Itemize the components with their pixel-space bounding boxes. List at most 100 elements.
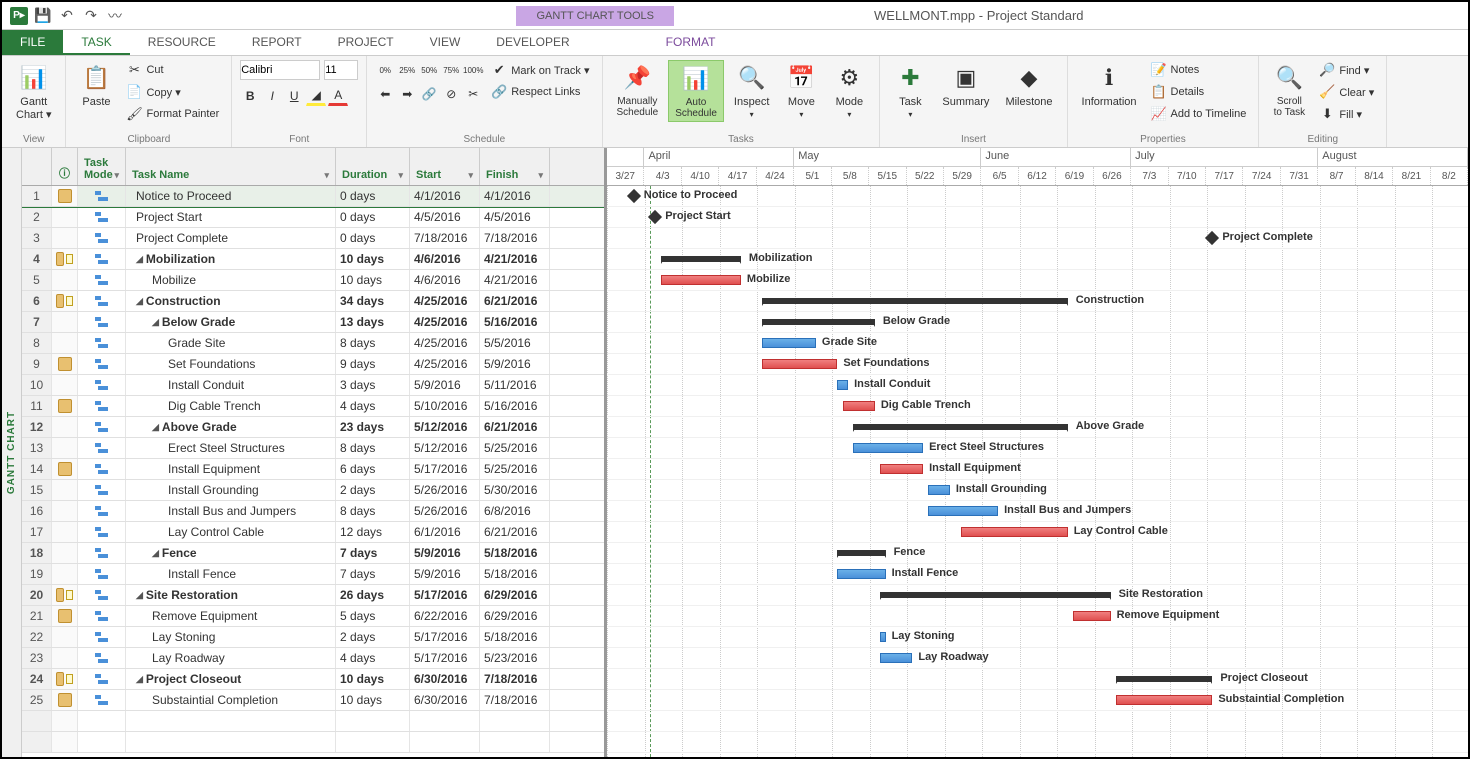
table-row[interactable]: 1Notice to Proceed0 days4/1/20164/1/2016 xyxy=(22,186,604,207)
gantt-task-bar[interactable] xyxy=(880,653,912,663)
inspect-button[interactable]: 🔍Inspect▾ xyxy=(728,60,775,121)
gantt-milestone[interactable] xyxy=(1205,231,1219,245)
copy-button[interactable]: 📄Copy ▾ xyxy=(122,82,223,102)
col-task-mode[interactable]: Task Mode▾ xyxy=(78,148,126,185)
table-row[interactable]: 11Dig Cable Trench4 days5/10/20165/16/20… xyxy=(22,396,604,417)
auto-schedule-button[interactable]: 📊Auto Schedule xyxy=(668,60,724,122)
table-row[interactable]: 8Grade Site8 days4/25/20165/5/2016 xyxy=(22,333,604,354)
gantt-task-bar[interactable] xyxy=(762,359,837,369)
table-row[interactable]: 22Lay Stoning2 days5/17/20165/18/2016 xyxy=(22,627,604,648)
gantt-summary-bar[interactable] xyxy=(853,424,1067,430)
table-row[interactable]: 18◢Fence7 days5/9/20165/18/2016 xyxy=(22,543,604,564)
milestone-button[interactable]: ◆Milestone xyxy=(999,60,1058,110)
details-button[interactable]: 📋Details xyxy=(1147,82,1251,102)
gantt-milestone[interactable] xyxy=(648,210,662,224)
col-finish[interactable]: Finish▾ xyxy=(480,148,550,185)
tab-task[interactable]: TASK xyxy=(63,30,129,55)
table-row[interactable]: 10Install Conduit3 days5/9/20165/11/2016 xyxy=(22,375,604,396)
table-row[interactable]: 16Install Bus and Jumpers8 days5/26/2016… xyxy=(22,501,604,522)
move-button[interactable]: 📅Move▾ xyxy=(779,60,823,121)
font-size-select[interactable] xyxy=(324,60,358,80)
col-task-name[interactable]: Task Name▾ xyxy=(126,148,336,185)
table-row[interactable]: 7◢Below Grade13 days4/25/20165/16/2016 xyxy=(22,312,604,333)
gantt-summary-bar[interactable] xyxy=(762,298,1067,304)
summary-button[interactable]: ▣Summary xyxy=(936,60,995,110)
fill-button[interactable]: ⬇Fill ▾ xyxy=(1315,104,1378,124)
gantt-task-bar[interactable] xyxy=(837,380,848,390)
tab-format[interactable]: FORMAT xyxy=(648,30,734,55)
gantt-task-bar[interactable] xyxy=(762,338,816,348)
indent-button[interactable]: ➡ xyxy=(397,84,417,104)
font-color-button[interactable]: A xyxy=(328,86,348,106)
underline-button[interactable]: U xyxy=(284,86,304,106)
table-row[interactable]: 4◢Mobilization10 days4/6/20164/21/2016 xyxy=(22,249,604,270)
table-row[interactable]: 23Lay Roadway4 days5/17/20165/23/2016 xyxy=(22,648,604,669)
col-start[interactable]: Start▾ xyxy=(410,148,480,185)
pct75-button[interactable]: 75% xyxy=(441,60,461,80)
tab-project[interactable]: PROJECT xyxy=(320,30,412,55)
respect-links-button[interactable]: 🔗Respect Links xyxy=(487,82,593,102)
gantt-task-bar[interactable] xyxy=(1073,611,1111,621)
save-icon[interactable]: 💾 xyxy=(34,7,52,25)
table-row[interactable]: 9Set Foundations9 days4/25/20165/9/2016 xyxy=(22,354,604,375)
add-timeline-button[interactable]: 📈Add to Timeline xyxy=(1147,104,1251,124)
notes-button[interactable]: 📝Notes xyxy=(1147,60,1251,80)
table-row[interactable]: 17Lay Control Cable12 days6/1/20166/21/2… xyxy=(22,522,604,543)
table-row[interactable]: 12◢Above Grade23 days5/12/20166/21/2016 xyxy=(22,417,604,438)
tab-file[interactable]: FILE xyxy=(2,30,63,55)
table-row[interactable]: 13Erect Steel Structures8 days5/12/20165… xyxy=(22,438,604,459)
bold-button[interactable]: B xyxy=(240,86,260,106)
tab-developer[interactable]: DEVELOPER xyxy=(478,30,587,55)
table-row[interactable]: 5Mobilize10 days4/6/20164/21/2016 xyxy=(22,270,604,291)
gantt-task-bar[interactable] xyxy=(853,443,923,453)
table-row[interactable]: 6◢Construction34 days4/25/20166/21/2016 xyxy=(22,291,604,312)
gantt-task-bar[interactable] xyxy=(661,275,741,285)
pct25-button[interactable]: 25% xyxy=(397,60,417,80)
redo-icon[interactable]: ↷ xyxy=(82,7,100,25)
gantt-summary-bar[interactable] xyxy=(880,592,1110,598)
undo-icon[interactable]: ↶ xyxy=(58,7,76,25)
table-row[interactable]: 3Project Complete0 days7/18/20167/18/201… xyxy=(22,228,604,249)
table-row[interactable]: 14Install Equipment6 days5/17/20165/25/2… xyxy=(22,459,604,480)
fill-color-button[interactable]: ◢ xyxy=(306,86,326,106)
mode-button[interactable]: ⚙Mode▾ xyxy=(827,60,871,121)
find-button[interactable]: 🔎Find ▾ xyxy=(1315,60,1378,80)
gantt-task-bar[interactable] xyxy=(961,527,1068,537)
task-button[interactable]: ✚Task▾ xyxy=(888,60,932,121)
table-row[interactable]: 21Remove Equipment5 days6/22/20166/29/20… xyxy=(22,606,604,627)
table-body[interactable]: 1Notice to Proceed0 days4/1/20164/1/2016… xyxy=(22,186,604,757)
pct100-button[interactable]: 100% xyxy=(463,60,483,80)
manually-schedule-button[interactable]: 📌Manually Schedule xyxy=(611,60,665,120)
gantt-task-bar[interactable] xyxy=(837,569,885,579)
italic-button[interactable]: I xyxy=(262,86,282,106)
col-duration[interactable]: Duration▾ xyxy=(336,148,410,185)
tab-view[interactable]: VIEW xyxy=(412,30,479,55)
gantt-body[interactable]: Notice to ProceedProject StartProject Co… xyxy=(607,186,1468,757)
table-row[interactable]: 2Project Start0 days4/5/20164/5/2016 xyxy=(22,207,604,228)
app-icon[interactable]: P▸ xyxy=(10,7,28,25)
gantt-task-bar[interactable] xyxy=(928,485,949,495)
gantt-summary-bar[interactable] xyxy=(661,256,741,262)
paste-button[interactable]: 📋 Paste xyxy=(74,60,118,110)
outdent-button[interactable]: ⬅ xyxy=(375,84,395,104)
gantt-task-bar[interactable] xyxy=(1116,695,1212,705)
table-row[interactable]: 15Install Grounding2 days5/26/20165/30/2… xyxy=(22,480,604,501)
link-button[interactable]: 🔗 xyxy=(419,84,439,104)
tab-resource[interactable]: RESOURCE xyxy=(130,30,234,55)
col-id[interactable] xyxy=(22,148,52,185)
table-row[interactable]: 24◢Project Closeout10 days6/30/20167/18/… xyxy=(22,669,604,690)
gantt-summary-bar[interactable] xyxy=(1116,676,1212,682)
format-painter-button[interactable]: 🖌Format Painter xyxy=(122,104,223,124)
unlink-button[interactable]: ⊘ xyxy=(441,84,461,104)
scroll-to-task-button[interactable]: 🔍Scroll to Task xyxy=(1267,60,1311,120)
font-name-select[interactable] xyxy=(240,60,320,80)
gantt-task-bar[interactable] xyxy=(880,632,885,642)
gantt-summary-bar[interactable] xyxy=(762,319,875,325)
gantt-summary-bar[interactable] xyxy=(837,550,885,556)
gantt-task-bar[interactable] xyxy=(928,506,998,516)
table-row[interactable]: 20◢Site Restoration26 days5/17/20166/29/… xyxy=(22,585,604,606)
gantt-task-bar[interactable] xyxy=(843,401,875,411)
col-indicators[interactable]: ⓘ xyxy=(52,148,78,185)
tab-report[interactable]: REPORT xyxy=(234,30,320,55)
pct0-button[interactable]: 0% xyxy=(375,60,395,80)
